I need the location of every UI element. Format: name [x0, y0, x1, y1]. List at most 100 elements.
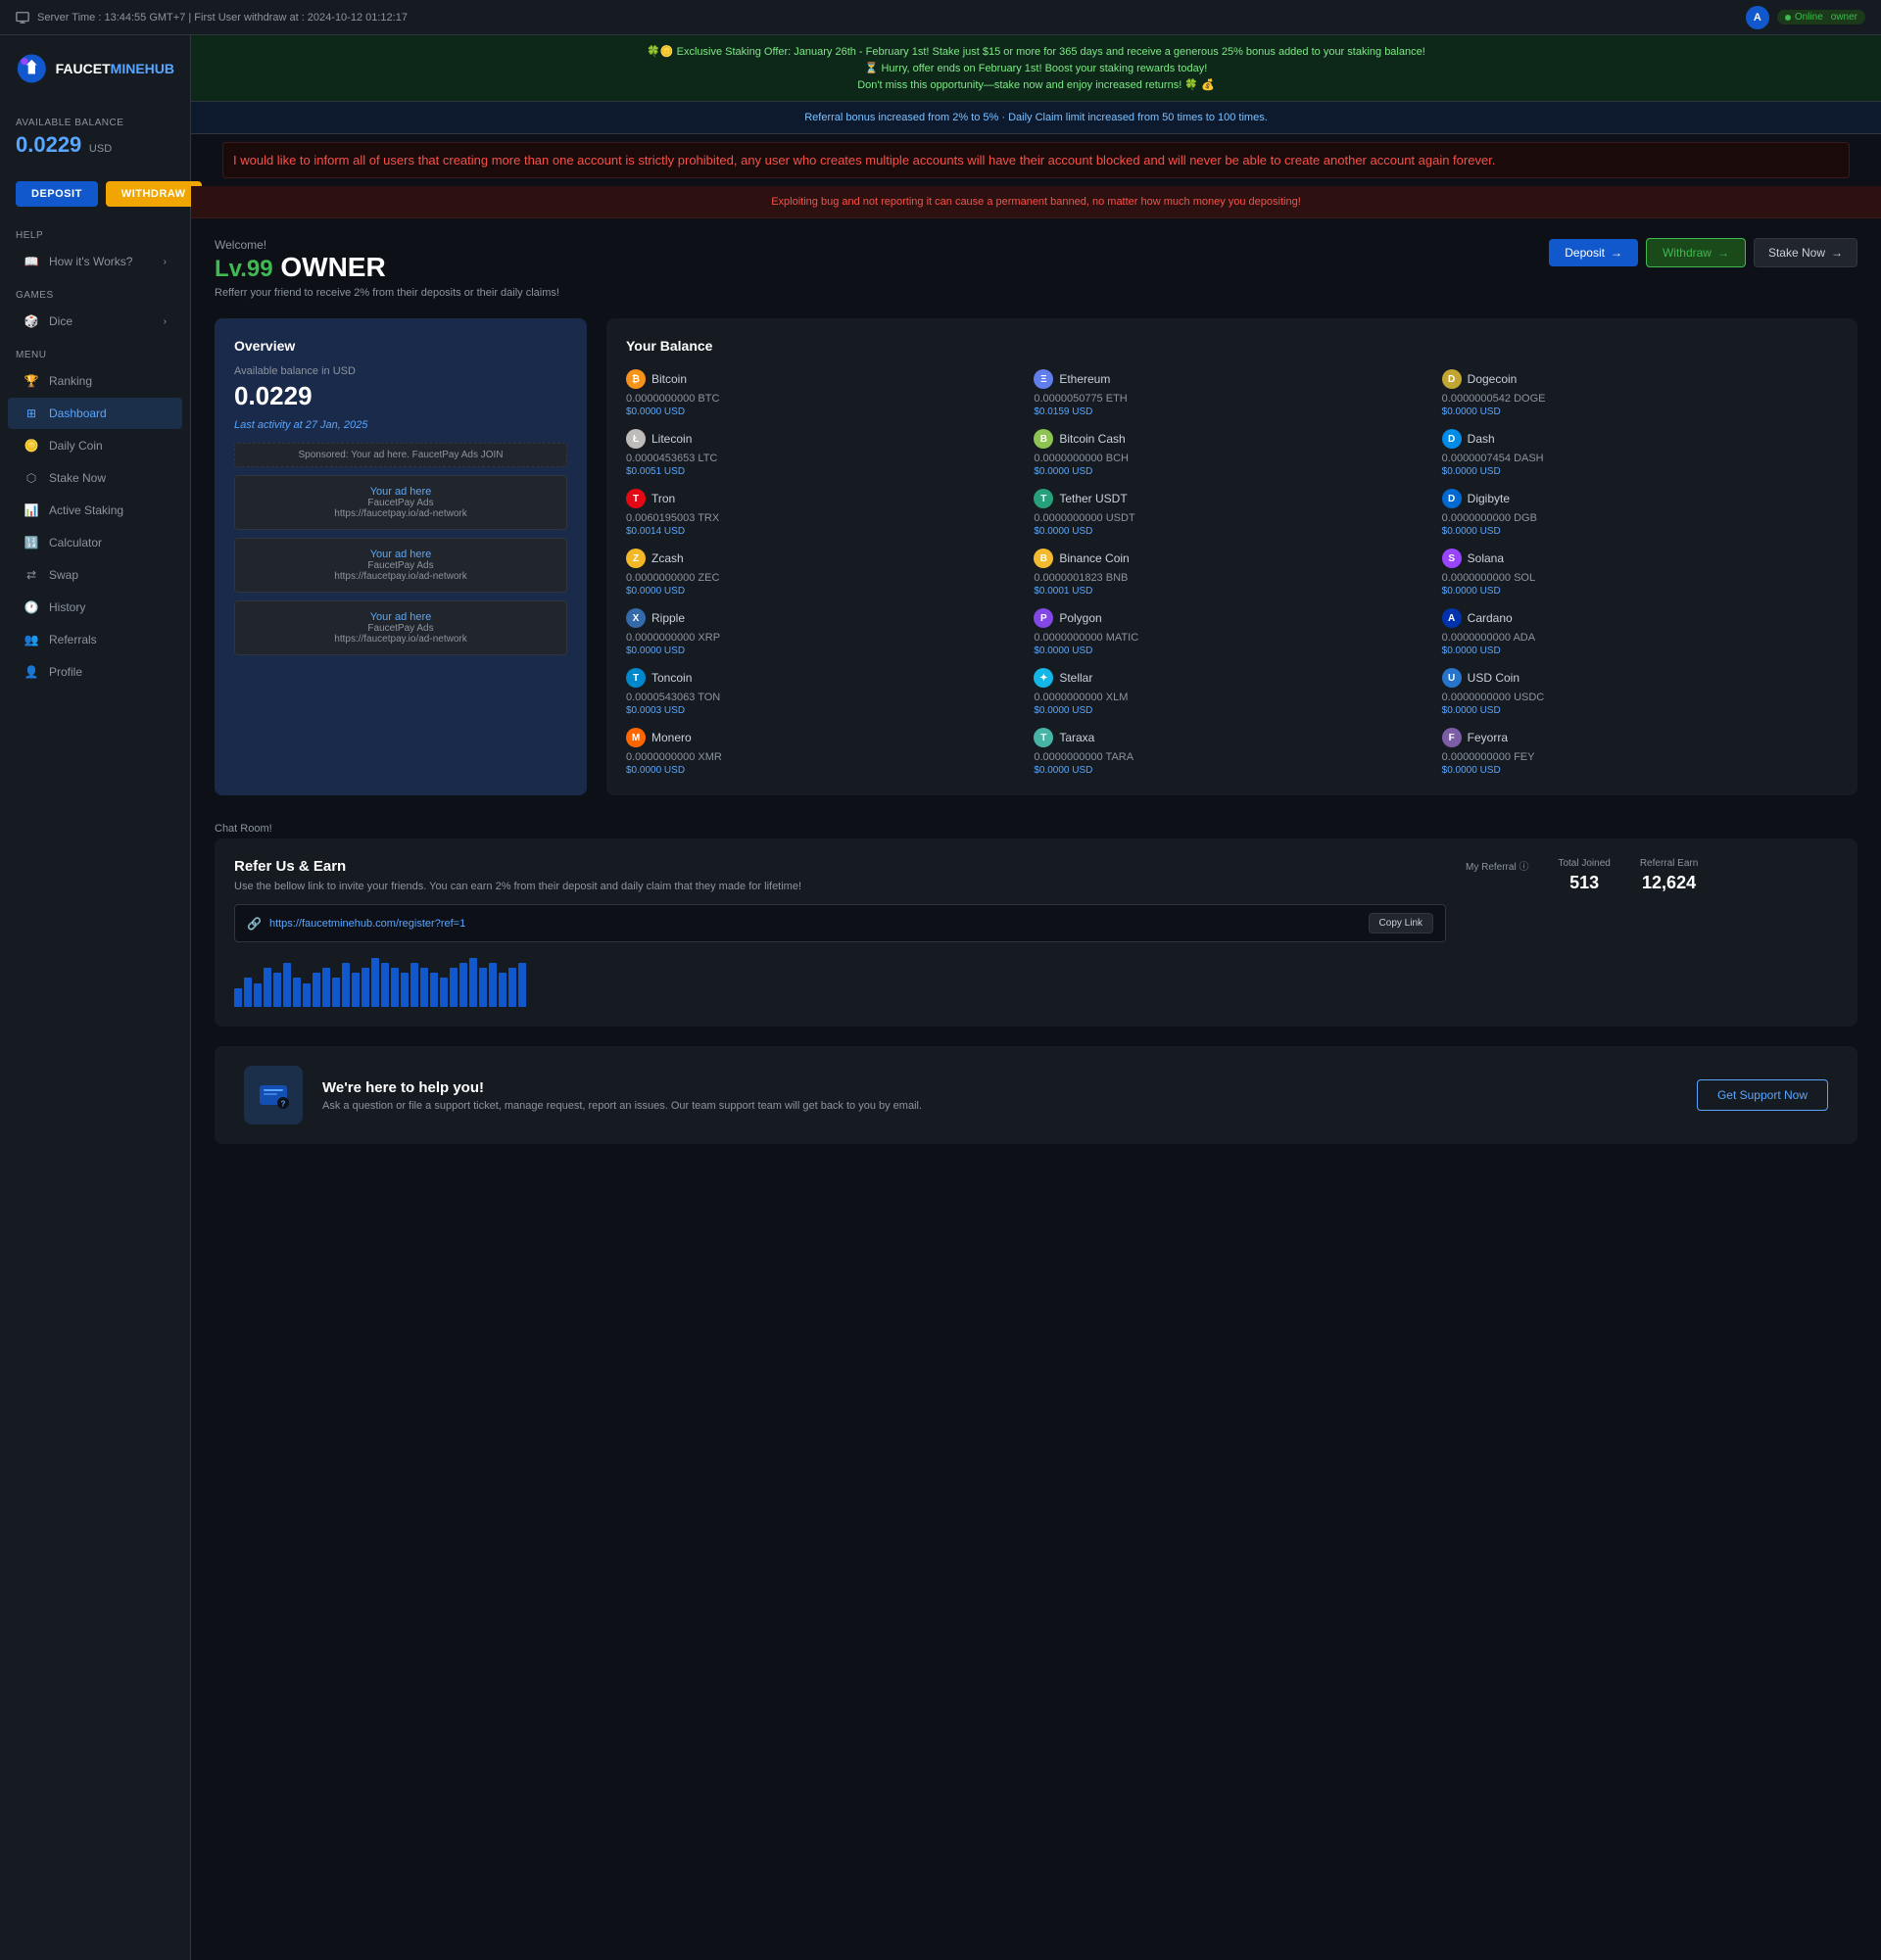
- sidebar-item-ranking[interactable]: 🏆 Ranking: [8, 365, 182, 397]
- welcome-withdraw-button[interactable]: Withdraw →: [1646, 238, 1746, 267]
- sidebar-item-swap[interactable]: ⇄ Swap: [8, 559, 182, 591]
- sidebar-item-label: History: [49, 600, 85, 614]
- avatar: A: [1746, 6, 1769, 29]
- coin-item-xrp: X Ripple 0.0000000000 XRP $0.0000 USD: [626, 608, 1022, 656]
- coin-amount: 0.0000007454 DASH: [1442, 453, 1838, 464]
- coin-icon-bch: B: [1034, 429, 1053, 449]
- sidebar: FAUCETMINEHUB AVAILABLE BALANCE 0.0229 U…: [0, 35, 191, 1960]
- welcome-stake-button[interactable]: Stake Now →: [1754, 238, 1857, 267]
- coin-name: Tether USDT: [1059, 492, 1127, 505]
- coin-icon-btc: ₿: [626, 369, 646, 389]
- welcome-actions: Deposit → Withdraw → Stake Now →: [1549, 238, 1857, 267]
- ad-url-1: https://faucetpay.io/ad-network: [245, 508, 556, 519]
- coin-usd: $0.0000 USD: [1442, 586, 1838, 597]
- main-content: 🍀🪙 Exclusive Staking Offer: January 26th…: [191, 35, 1881, 1960]
- ad-link-3[interactable]: Your ad here: [245, 611, 556, 623]
- sidebar-item-label: Profile: [49, 665, 82, 679]
- coin-item-fey: F Feyorra 0.0000000000 FEY $0.0000 USD: [1442, 728, 1838, 776]
- sidebar-item-stake-now[interactable]: ⬡ Stake Now: [8, 462, 182, 494]
- balance-label: AVAILABLE BALANCE: [16, 118, 174, 128]
- chart-bar: [234, 988, 242, 1007]
- online-label: Online: [1795, 12, 1823, 23]
- sidebar-actions: DEPOSIT WITHDRAW: [0, 169, 190, 218]
- coin-header: ₿ Bitcoin: [626, 369, 1022, 389]
- coin-usd: $0.0000 USD: [1034, 645, 1429, 656]
- sidebar-item-dashboard[interactable]: ⊞ Dashboard: [8, 398, 182, 429]
- chart-bar: [293, 978, 301, 1007]
- sidebar-item-dice[interactable]: 🎲 Dice ›: [8, 306, 182, 337]
- online-badge: Online owner: [1777, 10, 1865, 24]
- grid-icon: ⊞: [24, 406, 39, 421]
- sidebar-item-referrals[interactable]: 👥 Referrals: [8, 624, 182, 655]
- coin-header: B Bitcoin Cash: [1034, 429, 1429, 449]
- coin-icon-eth: Ξ: [1034, 369, 1053, 389]
- coin-amount: 0.0000000000 BCH: [1034, 453, 1429, 464]
- coin-amount: 0.0000000000 XRP: [626, 632, 1022, 644]
- overview-balance-value: 0.0229: [234, 381, 567, 411]
- sidebar-item-history[interactable]: 🕐 History: [8, 592, 182, 623]
- logo-text-minehub: MINEHUB: [111, 61, 174, 76]
- chart-bar: [273, 973, 281, 1007]
- chart-bar: [499, 973, 506, 1007]
- level-badge: Lv.99: [215, 256, 273, 282]
- user-icon: 👤: [24, 664, 39, 680]
- dice-icon: 🎲: [24, 313, 39, 329]
- staking-hurry-text: ⏳ Hurry, offer ends on February 1st! Boo…: [211, 62, 1861, 74]
- sidebar-item-profile[interactable]: 👤 Profile: [8, 656, 182, 688]
- coin-icon-usdt: T: [1034, 489, 1053, 508]
- referral-earn-value: 12,624: [1640, 873, 1698, 893]
- trophy-icon: 🏆: [24, 373, 39, 389]
- coin-usd: $0.0000 USD: [1442, 526, 1838, 537]
- ad-provider-3: FaucetPay Ads: [245, 623, 556, 634]
- coin-icon-dgb: D: [1442, 489, 1462, 508]
- coin-item-xlm: ✦ Stellar 0.0000000000 XLM $0.0000 USD: [1034, 668, 1429, 716]
- deposit-button[interactable]: DEPOSIT: [16, 181, 98, 207]
- my-referral-stat: My Referral ⓘ: [1466, 858, 1528, 877]
- coin-icon-ton: T: [626, 668, 646, 688]
- sidebar-item-daily-coin[interactable]: 🪙 Daily Coin: [8, 430, 182, 461]
- coin-icon-fey: F: [1442, 728, 1462, 747]
- topbar-left: Server Time : 13:44:55 GMT+7 | First Use…: [16, 11, 408, 24]
- coin-item-doge: D Dogecoin 0.0000000542 DOGE $0.0000 USD: [1442, 369, 1838, 417]
- coin-usd: $0.0000 USD: [1034, 526, 1429, 537]
- chart-bar: [332, 978, 340, 1007]
- coin-usd: $0.0159 USD: [1034, 406, 1429, 417]
- logo-text-faucet: FAUCET: [56, 61, 111, 76]
- ad-box-1: Your ad here FaucetPay Ads https://fauce…: [234, 475, 567, 530]
- sidebar-item-how-it-works[interactable]: 📖 How it's Works? ›: [8, 246, 182, 277]
- coin-usd: $0.0014 USD: [626, 526, 1022, 537]
- get-support-button[interactable]: Get Support Now: [1697, 1079, 1828, 1111]
- coin-header: D Dogecoin: [1442, 369, 1838, 389]
- coin-amount: 0.0000000000 SOL: [1442, 572, 1838, 584]
- coin-icon-dash: D: [1442, 429, 1462, 449]
- chart-bar: [352, 973, 360, 1007]
- coin-usd: $0.0051 USD: [626, 466, 1022, 477]
- coin-amount: 0.0000000000 USDC: [1442, 692, 1838, 703]
- coin-name: Polygon: [1059, 611, 1101, 625]
- coin-name: Litecoin: [651, 432, 692, 446]
- copy-link-button[interactable]: Copy Link: [1369, 913, 1433, 933]
- sidebar-item-calculator[interactable]: 🔢 Calculator: [8, 527, 182, 558]
- sidebar-item-label: Ranking: [49, 374, 92, 388]
- welcome-deposit-button[interactable]: Deposit →: [1549, 239, 1638, 266]
- welcome-text: Welcome!: [215, 238, 559, 252]
- coin-item-dash: D Dash 0.0000007454 DASH $0.0000 USD: [1442, 429, 1838, 477]
- sidebar-item-label: Swap: [49, 568, 78, 582]
- coin-usd: $0.0000 USD: [1442, 645, 1838, 656]
- stake-label: Stake Now: [1768, 246, 1825, 260]
- coin-usd: $0.0003 USD: [626, 705, 1022, 716]
- chart-bar: [283, 963, 291, 1007]
- sidebar-item-active-staking[interactable]: 📊 Active Staking: [8, 495, 182, 526]
- ad-link-1[interactable]: Your ad here: [245, 486, 556, 498]
- support-description: Ask a question or file a support ticket,…: [322, 1100, 1677, 1112]
- help-section-title: HELP: [0, 218, 190, 245]
- coin-name: Bitcoin Cash: [1059, 432, 1125, 446]
- ad-link-2[interactable]: Your ad here: [245, 549, 556, 560]
- ad-provider-2: FaucetPay Ads: [245, 560, 556, 571]
- exploit-warning-text: Exploiting bug and not reporting it can …: [771, 196, 1301, 208]
- referral-description: Use the bellow link to invite your frien…: [234, 881, 1446, 892]
- coin-usd: $0.0000 USD: [626, 586, 1022, 597]
- balance-currency: USD: [89, 143, 112, 155]
- sidebar-item-label: Stake Now: [49, 471, 106, 485]
- withdraw-button[interactable]: WITHDRAW: [106, 181, 202, 207]
